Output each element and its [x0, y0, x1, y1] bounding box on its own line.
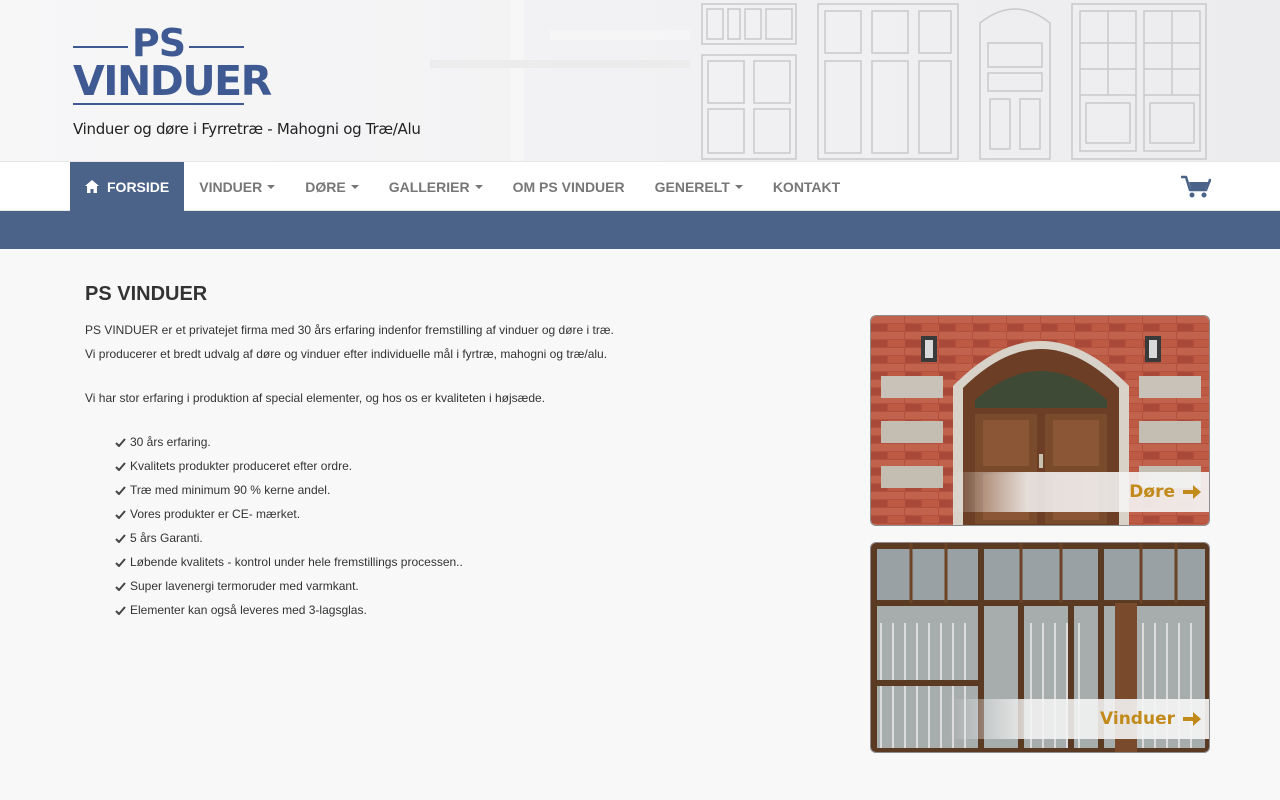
caret-down-icon — [474, 184, 483, 189]
nav-item-dore[interactable]: DØRE — [290, 162, 373, 211]
main-content: PS VINDUER PS VINDUER er et privatejet f… — [85, 282, 845, 622]
nav-item-gallerier[interactable]: GALLERIER — [374, 162, 498, 211]
nav-item-vinduer[interactable]: VINDUER — [184, 162, 290, 211]
caret-down-icon — [350, 184, 359, 189]
nav-item-generelt[interactable]: GENERELT — [640, 162, 758, 211]
check-icon — [115, 533, 126, 543]
intro-paragraph-3: Vi har stor erfaring i produktion af spe… — [85, 391, 546, 405]
list-item: 5 års Garanti. — [115, 526, 845, 550]
doors-panel-link[interactable]: Døre — [870, 315, 1210, 526]
intro-paragraph-1: PS VINDUER er et privatejet firma med 30… — [85, 323, 614, 337]
page-title: PS VINDUER — [85, 283, 208, 305]
check-icon — [115, 605, 126, 615]
nav-item-label: VINDUER — [199, 178, 263, 195]
background-window-frame — [430, 0, 690, 162]
door-window-illustrations — [701, 3, 1207, 160]
check-icon — [115, 437, 126, 447]
intro-paragraph-2: Vi producerer et bredt udvalg af døre og… — [85, 347, 608, 361]
nav-item-label: KONTAKT — [772, 178, 841, 195]
nav-item-label: OM PS VINDUER — [512, 178, 625, 195]
list-item: Elementer kan også leveres med 3-lagsgla… — [115, 598, 845, 622]
arrow-right-icon — [1183, 485, 1201, 499]
check-icon — [115, 581, 126, 591]
nav-item-label: GENERELT — [654, 178, 730, 195]
logo[interactable]: PS VINDUER — [73, 21, 272, 108]
nav-item-label: FORSIDE — [107, 178, 170, 195]
list-item: Vores produkter er CE- mærket. — [115, 502, 845, 526]
windows-panel-label: Vinduer — [1100, 709, 1175, 729]
arrow-right-icon — [1183, 712, 1201, 726]
nav-item-label: GALLERIER — [388, 178, 470, 195]
caret-down-icon — [267, 184, 276, 189]
list-item: Kvalitets produkter produceret efter ord… — [115, 454, 845, 478]
nav-item-forside[interactable]: FORSIDE — [70, 162, 185, 211]
home-icon — [85, 180, 99, 193]
caret-down-icon — [734, 184, 743, 189]
nav-item-kontakt[interactable]: KONTAKT — [758, 162, 855, 211]
site-header: PS VINDUER Vinduer og døre i Fyrretræ - … — [0, 0, 1280, 162]
list-item: Træ med minimum 90 % kerne andel. — [115, 478, 845, 502]
windows-panel-link[interactable]: Vinduer — [870, 542, 1210, 753]
check-icon — [115, 557, 126, 567]
blue-banner-strip — [0, 211, 1280, 249]
nav-item-om-ps-vinduer[interactable]: OM PS VINDUER — [498, 162, 640, 211]
list-item: Super lavenergi termoruder med varmkant. — [115, 574, 845, 598]
check-icon — [115, 461, 126, 471]
check-icon — [115, 509, 126, 519]
check-icon — [115, 485, 126, 495]
logo-vinduer-text: VINDUER — [73, 57, 272, 105]
doors-panel-label: Døre — [1129, 482, 1175, 502]
logo-ps-text: PS — [131, 21, 186, 65]
nav-item-label: DØRE — [305, 178, 346, 195]
shopping-cart-icon[interactable] — [1181, 174, 1211, 200]
list-item: 30 års erfaring. — [115, 430, 845, 454]
feature-list: 30 års erfaring. Kvalitets produkter pro… — [85, 430, 845, 622]
nav-menu: FORSIDE VINDUER DØRE GALLERIER OM PS VIN… — [70, 162, 855, 211]
tagline: Vinduer og døre i Fyrretræ - Mahogni og … — [73, 120, 421, 138]
main-navbar: FORSIDE VINDUER DØRE GALLERIER OM PS VIN… — [0, 161, 1280, 211]
list-item: Løbende kvalitets - kontrol under hele f… — [115, 550, 845, 574]
